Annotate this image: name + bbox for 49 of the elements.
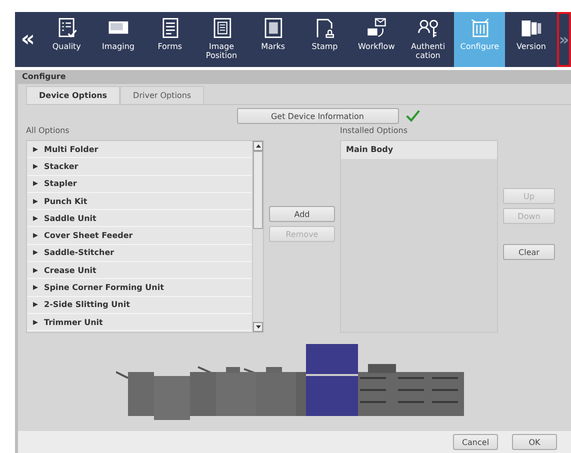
get-device-information-button[interactable]: Get Device Information	[236, 108, 398, 124]
toolbar-button[interactable]: Imaging	[92, 12, 144, 67]
expand-arrow-icon	[33, 320, 38, 325]
list-item[interactable]: Saddle-Stitcher	[27, 244, 252, 262]
list-item[interactable]: Punch Kit	[27, 192, 252, 210]
action-button[interactable]: Clear	[503, 244, 555, 260]
previous-button[interactable]: «	[15, 12, 41, 67]
expand-arrow-icon	[33, 233, 38, 238]
expand-arrow-icon	[33, 268, 38, 273]
expand-arrow-icon	[33, 216, 38, 221]
tab[interactable]: Driver Options	[120, 86, 204, 104]
scroll-down-icon[interactable]	[253, 322, 263, 332]
action-button[interactable]: Add	[269, 206, 335, 222]
dialog-button[interactable]: Cancel	[453, 434, 498, 450]
toolbar-button[interactable]: Version	[505, 12, 558, 67]
list-item[interactable]: Crease Unit	[27, 262, 252, 280]
scroll-up-icon[interactable]	[253, 141, 263, 151]
list-item[interactable]: Cover Sheet Feeder	[27, 227, 252, 245]
expand-arrow-icon	[33, 181, 38, 186]
expand-arrow-icon	[33, 250, 38, 256]
list-item[interactable]: Spine Corner Forming Unit	[27, 279, 252, 297]
tab[interactable]: Device Options	[26, 86, 120, 104]
toolbar-button[interactable]: Quality	[40, 12, 92, 67]
toolbar-button[interactable]: Stamp	[298, 12, 351, 67]
toolbar-button[interactable]: Image Position	[196, 12, 248, 67]
next-button[interactable]: »	[557, 12, 571, 67]
list-item[interactable]: 2-Side Slitting Unit	[27, 296, 252, 314]
list-item[interactable]: Multi Folder	[27, 141, 252, 158]
list-item[interactable]: Stacker	[27, 158, 252, 176]
scrollbar-thumb[interactable]	[253, 151, 263, 229]
person-key-icon	[417, 17, 439, 39]
list-item[interactable]: Saddle Unit	[27, 210, 252, 228]
toolbar-button[interactable]: Marks	[247, 12, 299, 67]
dialog-button[interactable]: OK	[512, 434, 557, 450]
list-item[interactable]: Trimmer Unit	[27, 314, 252, 332]
expand-arrow-icon	[33, 198, 38, 204]
expand-arrow-icon	[33, 146, 38, 152]
panel-title: Configure	[21, 71, 67, 83]
scrollbar[interactable]	[252, 141, 263, 332]
expand-arrow-icon	[33, 164, 38, 169]
expand-arrow-icon	[33, 302, 38, 308]
list-item[interactable]: Stapler	[27, 176, 252, 193]
expand-arrow-icon	[33, 285, 38, 290]
toolbar-button[interactable]: Authenti cation	[402, 12, 454, 67]
toolbar-button[interactable]: Forms	[144, 12, 196, 67]
list-item[interactable]: Main Body	[341, 141, 497, 159]
list-label: Installed Options	[340, 126, 408, 136]
toolbar-button[interactable]: Workflow	[350, 12, 402, 67]
list-label: All Options	[26, 126, 70, 136]
